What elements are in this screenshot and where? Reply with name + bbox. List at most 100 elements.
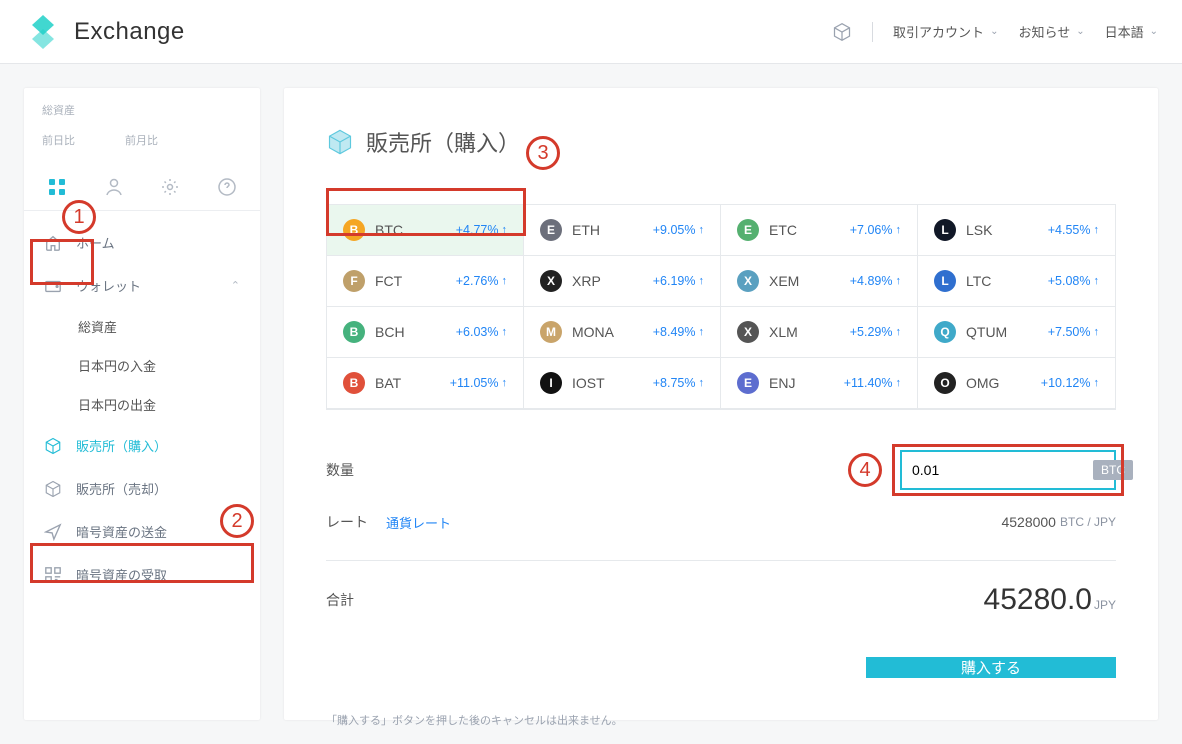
cube-icon <box>44 437 62 455</box>
arrow-up-icon: ↑ <box>1094 275 1100 287</box>
lsk-icon: L <box>934 219 956 241</box>
coin-symbol: QTUM <box>966 324 1038 340</box>
sidebar-sub-deposit[interactable]: 日本円の入金 <box>24 346 260 385</box>
mona-icon: M <box>540 321 562 343</box>
sidebar-tab-apps[interactable] <box>46 176 68 198</box>
rate-label: レート <box>326 512 368 532</box>
etc-icon: E <box>737 219 759 241</box>
arrow-up-icon: ↑ <box>502 326 508 338</box>
notice-menu[interactable]: お知らせ ⌄ <box>1018 22 1084 41</box>
total-label: 合計 <box>326 590 354 610</box>
coin-change: +6.19%↑ <box>653 274 704 288</box>
quantity-input[interactable] <box>912 462 1093 478</box>
sidebar-item-receive[interactable]: 暗号資産の受取 <box>24 553 260 596</box>
coin-change: +5.08%↑ <box>1048 274 1099 288</box>
sidebar-item-send[interactable]: 暗号資産の送金 <box>24 510 260 553</box>
brand: Exchange <box>24 13 185 51</box>
coin-cell-btc[interactable]: BBTC+4.77%↑ <box>327 205 524 256</box>
arrow-up-icon: ↑ <box>1094 326 1100 338</box>
account-label: 取引アカウント <box>893 22 984 41</box>
coin-cell-iost[interactable]: I IOST +8.75%↑ <box>524 358 721 409</box>
arrow-up-icon: ↑ <box>502 377 508 389</box>
notice-label: お知らせ <box>1018 22 1070 41</box>
sidebar-tab-user[interactable] <box>103 176 125 198</box>
coin-symbol: LSK <box>966 222 1038 238</box>
cube-icon <box>44 480 62 498</box>
coin-symbol: XRP <box>572 273 643 289</box>
enj-icon: E <box>737 372 759 394</box>
lang-menu[interactable]: 日本語 ⌄ <box>1105 22 1158 41</box>
xem-icon: X <box>737 270 759 292</box>
coin-cell-bch[interactable]: BBCH+6.03%↑ <box>327 307 524 358</box>
coin-symbol: XEM <box>769 273 840 289</box>
coin-symbol: FCT <box>375 273 446 289</box>
coin-change: +8.75%↑ <box>653 376 704 390</box>
omg-icon: O <box>934 372 956 394</box>
sidebar: 総資産 前日比 前月比 1 ホーム <box>24 88 260 720</box>
sidebar-sub-withdraw[interactable]: 日本円の出金 <box>24 385 260 424</box>
wallet-icon <box>44 277 62 295</box>
coin-symbol: IOST <box>572 375 643 391</box>
arrow-up-icon: ↑ <box>699 275 705 287</box>
sidebar-tabs <box>24 168 260 211</box>
sidebar-item-wallet[interactable]: ウォレット ⌃ <box>24 264 260 307</box>
coin-cell-fct[interactable]: FFCT+2.76%↑ <box>327 256 524 307</box>
lang-label: 日本語 <box>1105 22 1144 41</box>
coin-cell-enj[interactable]: EENJ+11.40%↑ <box>721 358 918 409</box>
coin-change: +10.12%↑ <box>1041 376 1099 390</box>
sidebar-item-sell[interactable]: 販売所（売却） <box>24 467 260 510</box>
cancel-note: 「購入する」ボタンを押した後のキャンセルは出来ません。 <box>326 712 1116 728</box>
coin-symbol: ETC <box>769 222 840 238</box>
coin-change: +8.49%↑ <box>653 325 704 339</box>
sidebar-item-label: 暗号資産の受取 <box>76 565 167 584</box>
rate-link[interactable]: 通貨レート <box>386 513 451 532</box>
iost-icon: I <box>540 372 562 394</box>
sidebar-item-buy[interactable]: 販売所（購入） <box>24 424 260 467</box>
btc-icon: B <box>343 219 365 241</box>
total-row: 合計 45280.0 JPY <box>326 583 1116 617</box>
coin-cell-etc[interactable]: EETC+7.06%↑ <box>721 205 918 256</box>
coin-cell-xrp[interactable]: XXRP+6.19%↑ <box>524 256 721 307</box>
arrow-up-icon: ↑ <box>699 326 705 338</box>
sidebar-tab-settings[interactable] <box>159 176 181 198</box>
coin-cell-lsk[interactable]: L LSK +4.55%↑ <box>918 205 1115 256</box>
sidebar-tab-help[interactable] <box>216 176 238 198</box>
coin-symbol: ETH <box>572 222 643 238</box>
sidebar-item-home[interactable]: ホーム <box>24 221 260 264</box>
total-assets-label: 総資産 <box>24 88 260 124</box>
asset-compare-row: 前日比 前月比 <box>24 124 260 168</box>
header-right: 取引アカウント ⌄ お知らせ ⌄ 日本語 ⌄ <box>832 22 1158 42</box>
sidebar-nav: ホーム ウォレット ⌃ 総資産 日本円の入金 日本円の出金 2 販売所（購入） … <box>24 211 260 606</box>
coin-cell-mona[interactable]: MMONA+8.49%↑ <box>524 307 721 358</box>
coin-change: +11.05%↑ <box>450 376 507 390</box>
coin-change: +4.55%↑ <box>1048 223 1099 237</box>
brand-name: Exchange <box>74 18 185 46</box>
cube-icon <box>326 128 354 156</box>
coin-cell-omg[interactable]: OOMG+10.12%↑ <box>918 358 1115 409</box>
coin-cell-xlm[interactable]: XXLM+5.29%↑ <box>721 307 918 358</box>
coin-cell-bat[interactable]: BBAT+11.05%↑ <box>327 358 524 409</box>
arrow-up-icon: ↑ <box>896 377 902 389</box>
coin-cell-qtum[interactable]: QQTUM+7.50%↑ <box>918 307 1115 358</box>
coin-cell-eth[interactable]: EETH+9.05%↑ <box>524 205 721 256</box>
arrow-up-icon: ↑ <box>502 275 508 287</box>
coin-cell-ltc[interactable]: LLTC+5.08%↑ <box>918 256 1115 307</box>
chevron-down-icon: ⌄ <box>990 26 998 37</box>
rate-pair: BTC / JPY <box>1060 515 1116 529</box>
coin-change: +6.03%↑ <box>456 325 507 339</box>
coin-cell-xem[interactable]: XXEM+4.89%↑ <box>721 256 918 307</box>
buy-button[interactable]: 購入する <box>866 657 1116 678</box>
page-title-text: 販売所（購入） <box>366 126 520 158</box>
coin-symbol: ENJ <box>769 375 834 391</box>
sidebar-item-label: 販売所（売却） <box>76 479 167 498</box>
ltc-icon: L <box>934 270 956 292</box>
prev-day-label: 前日比 <box>42 132 75 148</box>
annotation-number-3: 3 <box>526 136 560 170</box>
bch-icon: B <box>343 321 365 343</box>
header-cube-icon[interactable] <box>832 22 852 42</box>
account-menu[interactable]: 取引アカウント ⌄ <box>893 22 998 41</box>
qr-icon <box>44 566 62 584</box>
arrow-up-icon: ↑ <box>1094 224 1100 236</box>
sidebar-sub-assets[interactable]: 総資産 <box>24 307 260 346</box>
arrow-up-icon: ↑ <box>502 224 508 236</box>
